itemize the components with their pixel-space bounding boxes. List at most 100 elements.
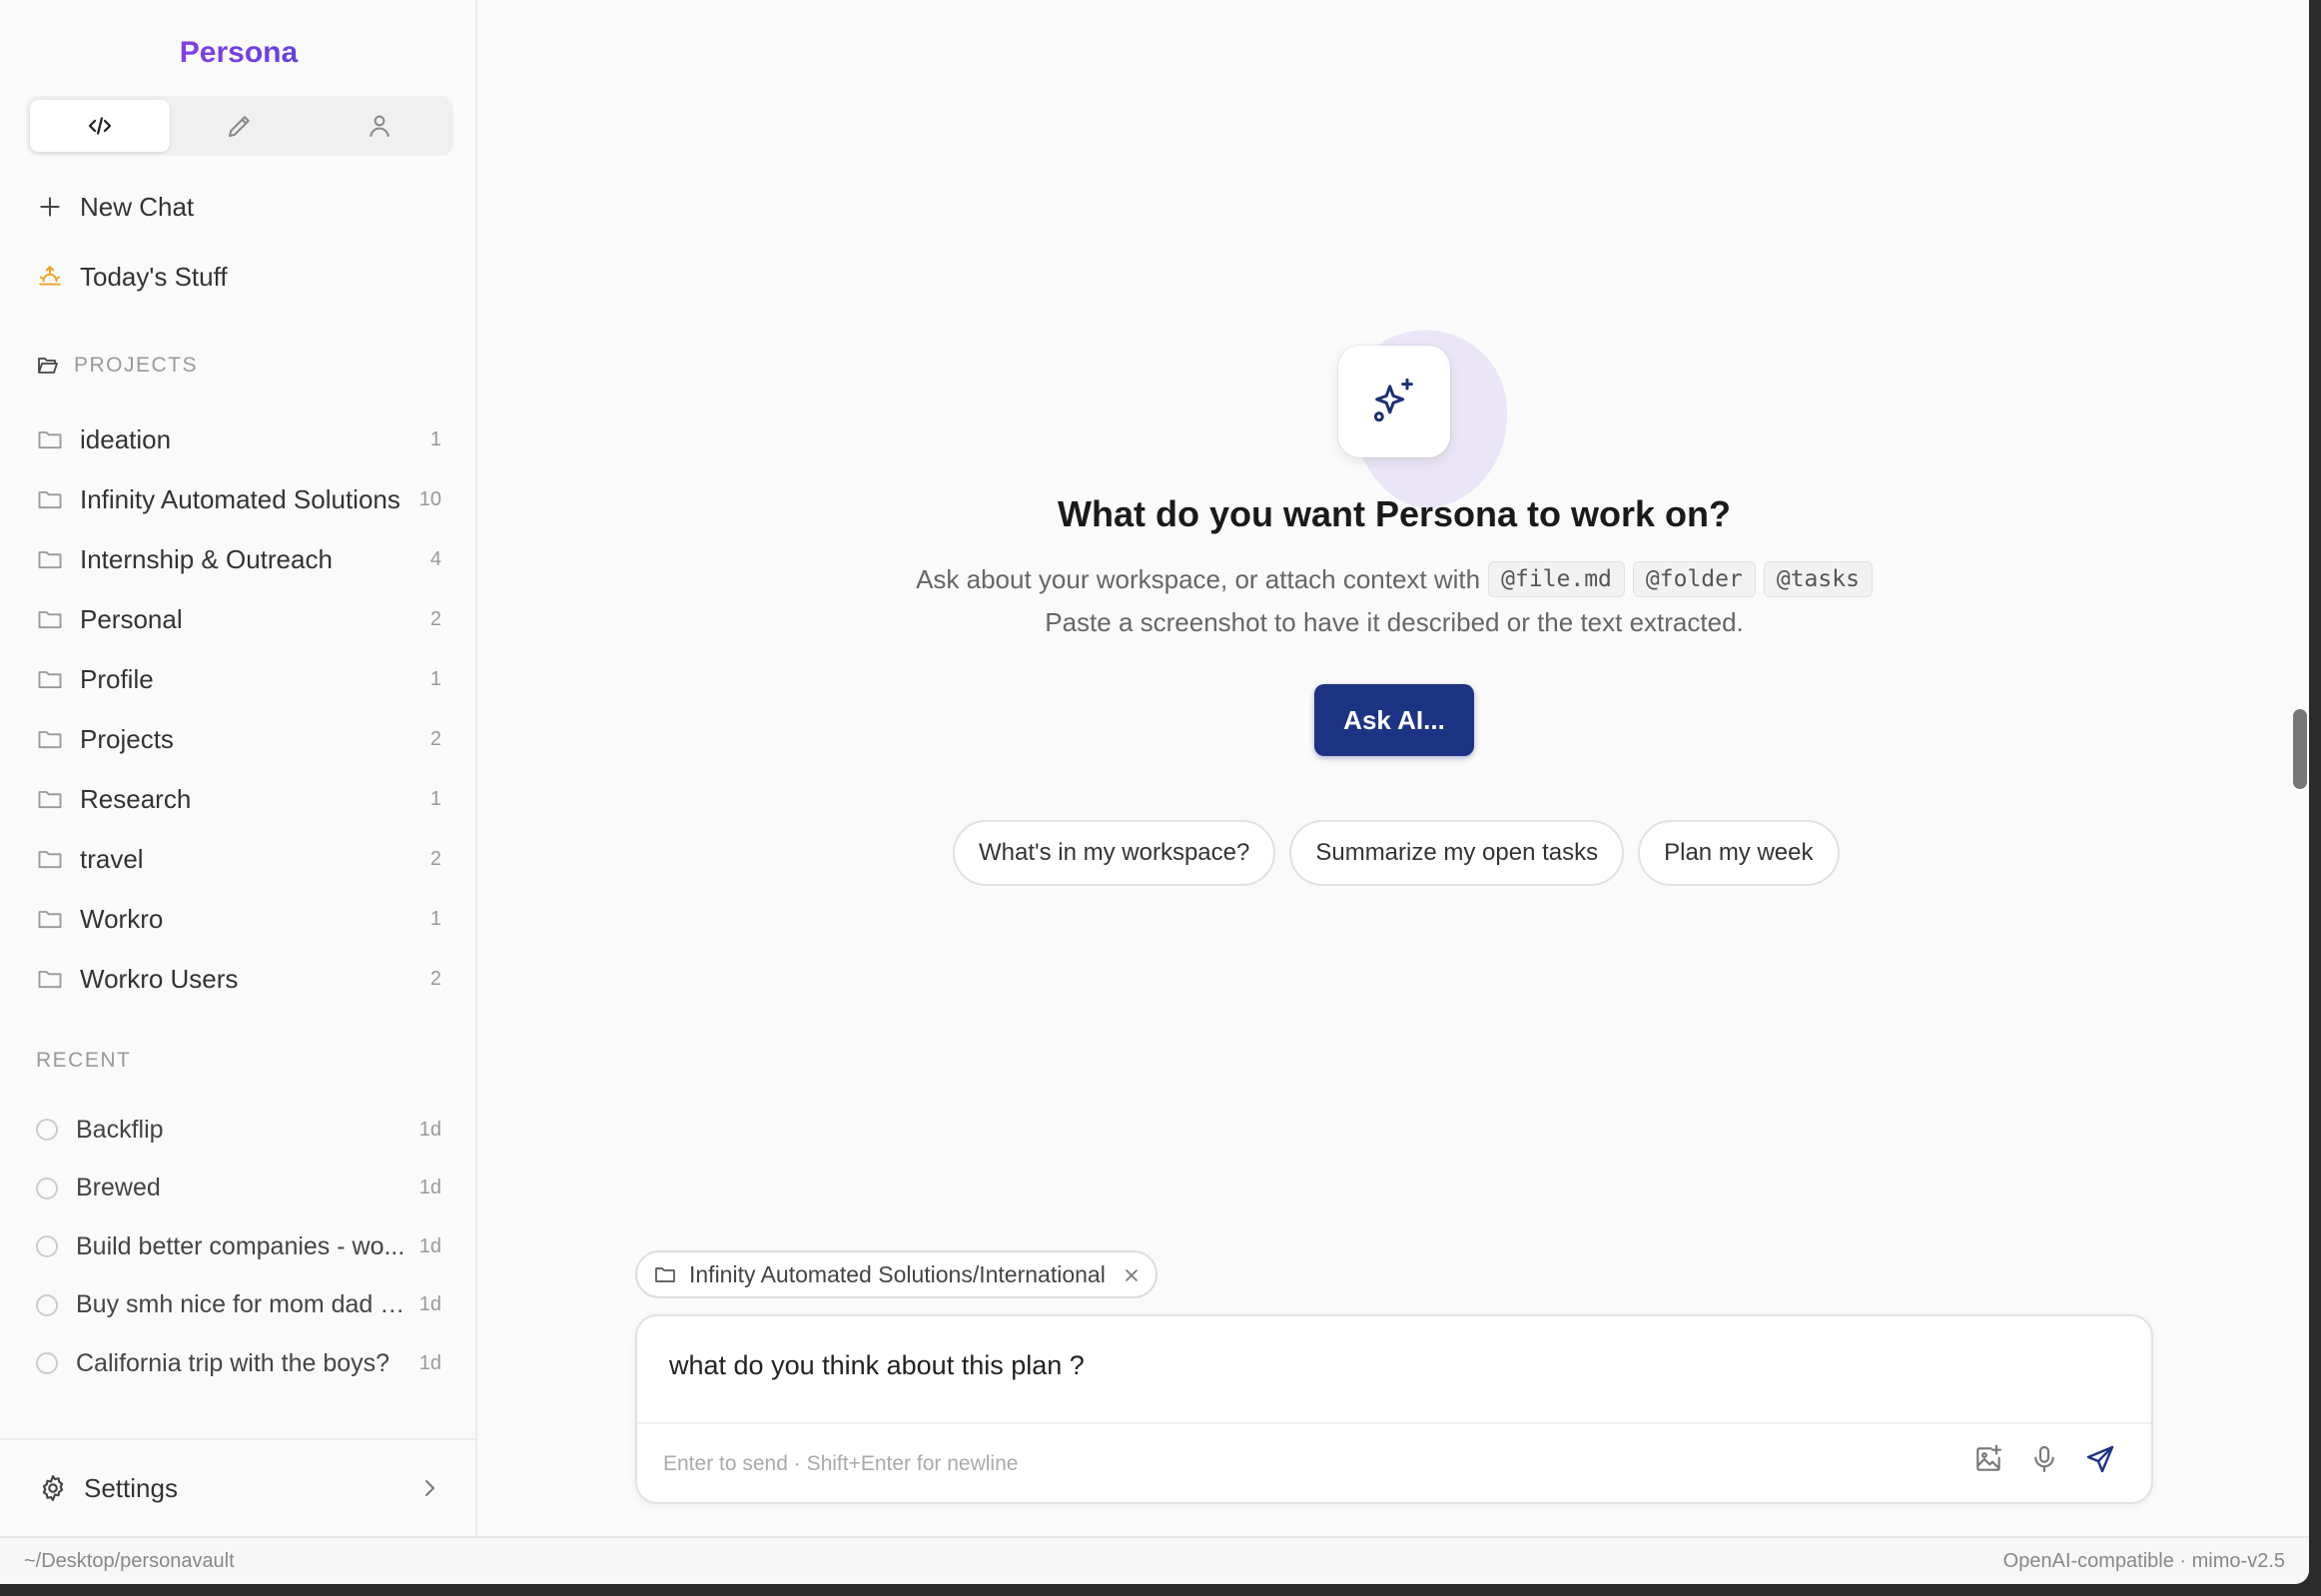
sidebar: Persona New Chat Today's Stuff PROJECTS … [0,0,477,1536]
recent-chat-item[interactable]: Buy smh nice for mom dad ji... 1d [0,1276,477,1335]
mode-tab-write[interactable] [170,100,310,152]
recent-chat-age: 1d [418,1177,441,1199]
ask-ai-button[interactable]: Ask AI... [1314,684,1474,756]
project-item[interactable]: Profile 1 [0,649,477,709]
status-circle-icon [36,1235,58,1258]
sparkles-icon [1373,378,1413,422]
folder-icon [36,665,64,693]
project-count: 1 [429,907,441,930]
recent-chat-title: California trip with the boys? [76,1348,390,1377]
context-hint-text: Ask about your workspace, or attach cont… [916,563,1481,594]
brand-logo: Persona [0,36,477,70]
settings-button[interactable]: Settings [0,1438,477,1536]
project-item[interactable]: Research 1 [0,769,477,829]
send-button[interactable] [2083,1442,2117,1476]
mode-tab-profile[interactable] [310,100,449,152]
project-name: Infinity Automated Solutions [80,483,400,514]
hero-card [1338,346,1450,457]
microphone-button[interactable] [2027,1442,2061,1476]
status-circle-icon [36,1177,58,1199]
composer-actions [1971,1442,2117,1476]
composer-divider [637,1422,2151,1424]
sunrise-icon [36,263,64,291]
status-circle-icon [36,1119,58,1142]
main-panel [479,0,2309,1536]
attach-image-button[interactable] [1971,1442,2005,1476]
folder-icon [36,785,64,813]
new-chat-label: New Chat [80,191,195,222]
project-name: travel [80,843,144,874]
suggestion-plan-week[interactable]: Plan my week [1638,820,1840,886]
project-name: Personal [80,603,183,634]
mode-tab-code[interactable] [30,100,170,152]
app-window: Persona New Chat Today's Stuff PROJECTS … [0,0,2309,1584]
recent-chat-item[interactable]: Backflip 1d [0,1101,477,1160]
settings-label: Settings [84,1472,178,1503]
image-plus-icon [1976,1444,2002,1471]
chat-composer: Enter to send · Shift+Enter for newline [635,1314,2153,1504]
folder-icon [36,425,64,453]
recent-chat-title: Brewed [76,1174,161,1202]
suggestion-open-tasks[interactable]: Summarize my open tasks [1289,820,1625,886]
recent-chat-item[interactable]: Build better companies - wo... 1d [0,1217,477,1276]
recent-chat-age: 1d [418,1234,441,1257]
project-count: 2 [429,847,441,870]
project-name: Workro Users [80,963,239,994]
project-name: Profile [80,663,154,694]
project-count: 2 [429,607,441,630]
composer-hint: Enter to send · Shift+Enter for newline [663,1452,1019,1475]
pencil-icon [229,116,250,137]
project-count: 1 [429,427,441,450]
project-item[interactable]: Workro 1 [0,889,477,949]
scrollbar-thumb[interactable] [2293,709,2307,789]
chevron-right-icon [417,1476,441,1500]
status-circle-icon [36,1352,58,1375]
suggestion-workspace[interactable]: What's in my workspace? [953,820,1276,886]
project-item[interactable]: Projects 2 [0,709,477,769]
page-headline: What do you want Persona to work on? [1057,493,1731,534]
folder-icon [36,605,64,633]
project-name: ideation [80,423,172,454]
project-count: 2 [429,727,441,750]
project-item[interactable]: Internship & Outreach 4 [0,529,477,589]
project-name: Projects [80,723,174,754]
code-icon [88,117,112,135]
vault-path: ~/Desktop/personavault [24,1549,235,1572]
projects-section-label: PROJECTS [36,354,198,378]
folder-icon [653,1262,677,1286]
status-circle-icon [36,1293,58,1316]
projects-list: ideation 1 Infinity Automated Solutions 10 I… [0,409,477,1009]
folder-icon [36,545,64,573]
project-item[interactable]: ideation 1 [0,409,477,469]
project-item[interactable]: Workro Users 2 [0,949,477,1009]
project-count: 1 [429,667,441,690]
project-item[interactable]: Infinity Automated Solutions 10 [0,469,477,529]
recent-list: Backflip 1d Brewed 1d Build better companies… [0,1101,477,1393]
recent-chat-item[interactable]: California trip with the boys? 1d [0,1334,477,1393]
context-token-tasks: @tasks [1763,561,1873,597]
attached-context-chip: Infinity Automated Solutions/Internation… [635,1250,1158,1298]
todays-stuff-button[interactable]: Today's Stuff [36,255,228,299]
remove-context-icon[interactable] [1122,1264,1142,1284]
chat-input[interactable] [669,1350,2067,1381]
attached-context-label: Infinity Automated Solutions/Internation… [689,1260,1106,1287]
suggestion-chips: What's in my workspace? Summarize my ope… [953,820,1840,886]
recent-chat-item[interactable]: Brewed 1d [0,1160,477,1218]
microphone-icon [2034,1445,2054,1473]
model-indicator: OpenAI-compatible · mimo-v2.5 [2002,1549,2285,1572]
mode-switcher [26,96,453,156]
folder-icon [36,845,64,873]
user-icon [370,115,389,137]
project-count: 10 [418,487,441,510]
context-token-file: @file.md [1488,561,1625,597]
folder-icon [36,725,64,753]
send-icon [2086,1445,2114,1473]
project-name: Internship & Outreach [80,543,333,574]
plus-icon [36,193,64,221]
folder-icon [36,485,64,513]
project-item[interactable]: Personal 2 [0,589,477,649]
project-item[interactable]: travel 2 [0,829,477,889]
recent-chat-title: Buy smh nice for mom dad ji... [76,1290,412,1319]
recent-section-label: RECENT [36,1049,132,1072]
new-chat-button[interactable]: New Chat [36,185,194,229]
